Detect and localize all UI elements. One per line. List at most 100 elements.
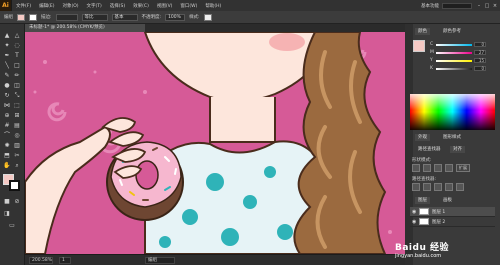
fill-color-swatch[interactable] [17, 13, 25, 21]
color-panel-tab[interactable]: 颜色 [415, 28, 430, 35]
rotate-tool-icon[interactable]: ↻ [3, 92, 11, 100]
align-tab[interactable]: 对齐 [450, 146, 465, 153]
shape-builder-icon[interactable]: ⊕ [3, 112, 11, 120]
layer-row[interactable]: ◉ 图层 2 [410, 217, 495, 227]
search-input[interactable] [442, 2, 472, 9]
type-tool-icon[interactable]: T [13, 52, 21, 60]
trim-icon[interactable] [423, 183, 431, 191]
artboard-canvas[interactable] [25, 32, 405, 254]
graphic-style-label: 样式: [189, 15, 200, 20]
close-icon[interactable]: × [492, 3, 498, 9]
screen-mode-icon[interactable]: ▭ [8, 222, 16, 230]
layers-tab[interactable]: 图层 [415, 197, 430, 204]
brush-style-field[interactable]: 基本 [111, 13, 138, 21]
baidu-watermark: Baidu 经验 jingyan.baidu.com [395, 240, 495, 262]
maximize-icon[interactable]: □ [484, 3, 490, 9]
color-spectrum[interactable] [410, 94, 495, 130]
unite-icon[interactable] [412, 164, 420, 172]
graphic-style-swatch[interactable] [203, 13, 212, 21]
slice-tool-icon[interactable]: ✂ [13, 152, 21, 160]
exclude-icon[interactable] [445, 164, 453, 172]
menu-object[interactable]: 对象(O) [58, 3, 82, 9]
merge-icon[interactable] [434, 183, 442, 191]
hand-tool-icon[interactable]: ✋ [3, 162, 11, 170]
paintbrush-icon[interactable]: ✎ [3, 72, 11, 80]
artboard-number-field[interactable]: 1 [59, 257, 71, 264]
minimize-icon[interactable]: – [476, 3, 482, 9]
menu-help[interactable]: 帮助(H) [201, 3, 225, 9]
free-transform-icon[interactable]: ⬚ [13, 102, 21, 110]
crop-icon[interactable] [445, 183, 453, 191]
graphic-styles-tab[interactable]: 图形样式 [440, 134, 464, 141]
divide-icon[interactable] [412, 183, 420, 191]
blend-tool-icon[interactable]: ◎ [13, 132, 21, 140]
eyedropper-icon[interactable]: ⌒ [3, 132, 11, 140]
eye-icon[interactable]: ◉ [412, 209, 416, 214]
document-tab[interactable]: 未标题-1* @ 200.58% (CMYK/预览) [25, 24, 145, 32]
appearance-tab[interactable]: 外观 [415, 134, 430, 141]
none-mode-icon[interactable]: ⊘ [13, 198, 21, 206]
shape-mode-buttons: 扩展 [412, 164, 470, 172]
menu-type[interactable]: 文字(T) [83, 3, 106, 9]
slider-y[interactable]: Y 15 [430, 58, 486, 63]
expand-button[interactable]: 扩展 [456, 164, 470, 172]
graph-tool-icon[interactable]: ▥ [13, 142, 21, 150]
draw-mode-icon[interactable]: ◨ [3, 210, 11, 218]
color-guide-tab[interactable]: 颜色参考 [440, 28, 464, 35]
gradient-tool-icon[interactable]: ▤ [13, 122, 21, 130]
menu-window[interactable]: 窗口(W) [176, 3, 201, 9]
lasso-icon[interactable]: ◌ [13, 42, 21, 50]
menu-bar: Ai 文件(F) 编辑(E) 对象(O) 文字(T) 选择(S) 效果(C) 视… [0, 0, 500, 11]
layer-thumbnail [419, 218, 429, 225]
outline-icon[interactable] [456, 183, 464, 191]
color-mode-icon[interactable]: ■ [3, 198, 11, 206]
zoom-field[interactable]: 200.58% [29, 257, 53, 264]
blob-brush-icon[interactable]: ● [3, 82, 11, 90]
watermark-url: jingyan.baidu.com [395, 253, 442, 259]
pen-tool-icon[interactable]: ✒ [3, 52, 11, 60]
rectangle-tool-icon[interactable]: □ [13, 62, 21, 70]
magic-wand-icon[interactable]: ✦ [3, 42, 11, 50]
width-tool-icon[interactable]: ⋈ [3, 102, 11, 110]
slider-m[interactable]: M 27 [430, 50, 486, 55]
line-tool-icon[interactable]: ╲ [3, 62, 11, 70]
eraser-icon[interactable]: ◫ [13, 82, 21, 90]
stroke-color-swatch[interactable] [29, 13, 37, 21]
opacity-label: 不透明度: [141, 15, 162, 20]
menu-select[interactable]: 选择(S) [106, 3, 129, 9]
slider-k[interactable]: K 0 [430, 66, 486, 71]
workspace-switcher[interactable]: 基本功能 [418, 3, 442, 9]
menu-view[interactable]: 视图(V) [153, 3, 177, 9]
artboards-tab[interactable]: 画板 [440, 197, 455, 204]
minus-front-icon[interactable] [423, 164, 431, 172]
symbol-sprayer-icon[interactable]: ✺ [3, 142, 11, 150]
donut-hole [135, 160, 159, 190]
color-fill-preview[interactable] [413, 40, 425, 52]
layer-row[interactable]: ◉ 图层 1 [410, 207, 495, 217]
zoom-tool-icon[interactable]: ⌕ [13, 162, 21, 170]
opacity-field[interactable]: 100% [165, 13, 186, 21]
menu-file[interactable]: 文件(F) [12, 3, 35, 9]
pathfinder-buttons [412, 183, 464, 191]
tools-panel: ▲ △ ✦ ◌ ✒ T ╲ □ ✎ ✏ ● ◫ ↻ ⤡ ⋈ ⬚ ⊕ ⊞ # ▤ … [0, 24, 25, 265]
watermark-brand: Baidu 经验 [395, 243, 450, 253]
menu-edit[interactable]: 编辑(E) [35, 3, 58, 9]
control-bar: 编组 描边: 等比 基本 不透明度: 100% 样式: [0, 11, 500, 24]
mesh-tool-icon[interactable]: # [3, 122, 11, 130]
intersect-icon[interactable] [434, 164, 442, 172]
pathfinder-tab[interactable]: 路径查找器 [415, 146, 444, 153]
artboard-tool-icon[interactable]: ⬒ [3, 152, 11, 160]
stroke-swatch[interactable] [9, 180, 20, 191]
stroke-label: 描边: [41, 15, 52, 20]
pencil-icon[interactable]: ✏ [13, 72, 21, 80]
menu-effect[interactable]: 效果(C) [129, 3, 153, 9]
selection-tool-icon[interactable]: ▲ [3, 32, 11, 40]
eye-icon[interactable]: ◉ [412, 219, 416, 224]
stroke-weight-field[interactable] [55, 13, 78, 21]
slider-c[interactable]: C 0 [430, 42, 486, 47]
perspective-grid-icon[interactable]: ⊞ [13, 112, 21, 120]
variable-width-field[interactable]: 等比 [81, 13, 108, 21]
direct-selection-tool-icon[interactable]: △ [13, 32, 21, 40]
cheek-blush [269, 33, 305, 51]
scale-tool-icon[interactable]: ⤡ [13, 92, 21, 100]
